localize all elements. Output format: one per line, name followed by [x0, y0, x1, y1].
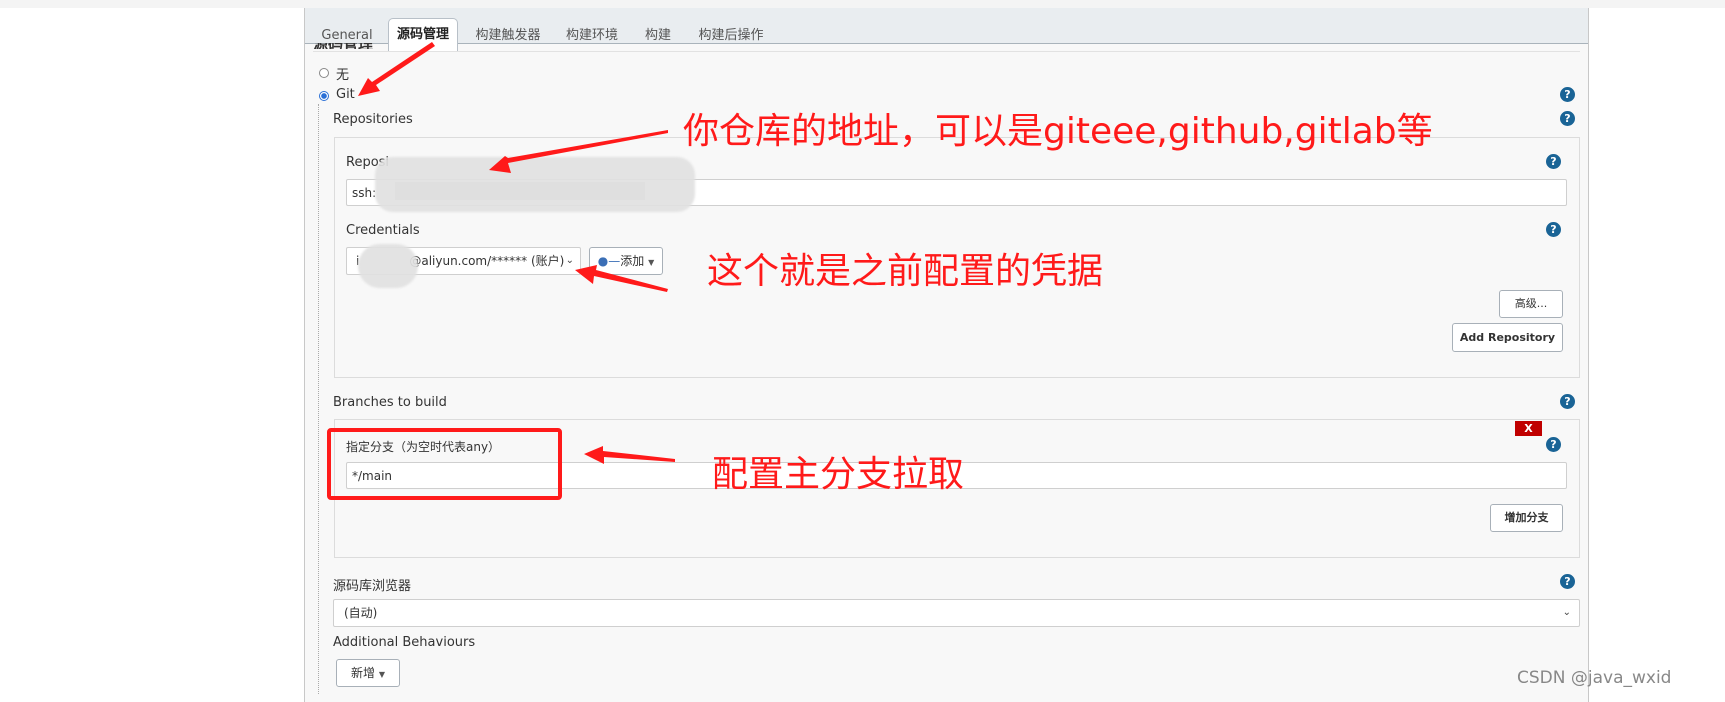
watermark: CSDN @java_wxid [1517, 668, 1672, 688]
chevron-down-icon: ⌄ [565, 255, 574, 266]
key-icon: ●— [597, 254, 621, 268]
chevron-down-icon: ⌄ [1562, 607, 1571, 618]
annotation-credentials-note: 这个就是之前配置的凭据 [707, 251, 1104, 292]
tab-build[interactable]: 构建 [638, 18, 678, 51]
annotation-branch-note: 配置主分支拉取 [712, 454, 965, 495]
top-strip [0, 0, 1725, 8]
advanced-button[interactable]: 高级... [1499, 290, 1563, 318]
additional-behaviours-label: Additional Behaviours [333, 635, 476, 650]
section-title-text: 源码管理 [313, 43, 443, 49]
branches-label: Branches to build [333, 395, 447, 410]
annotation-repo-note: 你仓库的地址，可以是giteee,github,gitlab等 [683, 111, 1433, 152]
caret-down-icon: ▼ [648, 258, 655, 267]
tab-bar: General 源码管理 构建触发器 构建环境 构建 构建后操作 [305, 8, 1588, 52]
radio-git[interactable] [319, 91, 329, 101]
help-icon[interactable]: ? [1546, 222, 1561, 237]
redaction-pixels [395, 182, 645, 200]
repository-browser-value: (自动) [344, 606, 378, 620]
tab-post-build-actions[interactable]: 构建后操作 [691, 18, 771, 51]
help-icon[interactable]: ? [1560, 87, 1575, 102]
tab-build-triggers[interactable]: 构建触发器 [468, 18, 548, 51]
repository-browser-label: 源码库浏览器 [333, 579, 412, 594]
radio-none[interactable] [319, 68, 329, 78]
help-icon[interactable]: ? [1546, 437, 1561, 452]
delete-branch-button[interactable]: X [1515, 421, 1542, 436]
add-branch-button[interactable]: 增加分支 [1490, 504, 1563, 532]
git-section-guide [318, 104, 319, 694]
caret-down-icon: ▼ [378, 670, 385, 679]
section-title: 源码管理 [313, 43, 443, 49]
add-behaviour-label: 新增 [351, 666, 376, 680]
radio-git-label: Git [336, 87, 355, 102]
help-icon[interactable]: ? [1546, 154, 1561, 169]
repository-browser-select[interactable]: (自动) ⌄ [333, 599, 1580, 627]
credentials-value: @aliyun.com/****** (账户) [409, 254, 565, 268]
add-behaviour-button[interactable]: 新增 ▼ [336, 659, 400, 687]
annotation-highlight-box [327, 428, 562, 500]
add-repository-button[interactable]: Add Repository [1452, 323, 1563, 352]
credentials-label: Credentials [346, 223, 420, 238]
help-icon[interactable]: ? [1560, 394, 1575, 409]
help-icon[interactable]: ? [1560, 111, 1575, 126]
add-credentials-button[interactable]: ●—添加 ▼ [589, 247, 663, 275]
radio-none-label: 无 [336, 68, 350, 83]
section-divider [313, 51, 1580, 52]
tab-build-environment[interactable]: 构建环境 [559, 18, 625, 51]
add-credentials-label: 添加 [620, 254, 645, 268]
help-icon[interactable]: ? [1560, 574, 1575, 589]
repositories-label: Repositories [333, 112, 413, 127]
redaction-blur [358, 244, 418, 288]
